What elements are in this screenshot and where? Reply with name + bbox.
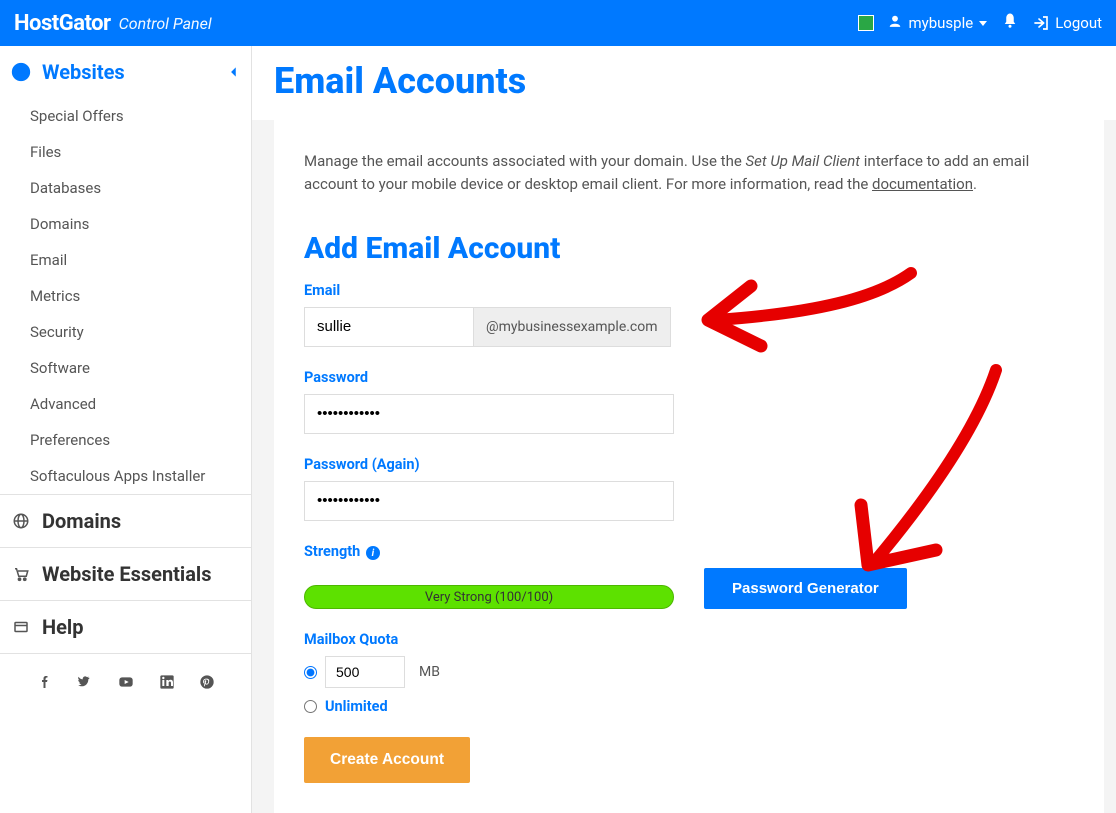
broken-avatar-icon bbox=[858, 15, 874, 31]
sidebar-item-preferences[interactable]: Preferences bbox=[0, 422, 251, 458]
sidebar: Websites Special Offers Files Databases … bbox=[0, 46, 252, 813]
twitter-icon[interactable] bbox=[77, 674, 93, 694]
quota-label: Mailbox Quota bbox=[304, 631, 1074, 648]
globe-icon bbox=[10, 512, 32, 530]
brand-logo: HostGator bbox=[14, 11, 111, 36]
quota-unlimited-radio[interactable] bbox=[304, 700, 317, 713]
logout-link[interactable]: Logout bbox=[1033, 14, 1102, 32]
sidebar-item-databases[interactable]: Databases bbox=[0, 170, 251, 206]
create-account-button[interactable]: Create Account bbox=[304, 737, 470, 783]
sidebar-item-software[interactable]: Software bbox=[0, 350, 251, 386]
quota-limited-radio[interactable] bbox=[304, 666, 317, 679]
password-again-label: Password (Again) bbox=[304, 456, 1074, 473]
pinterest-icon[interactable] bbox=[199, 674, 215, 694]
facebook-icon[interactable] bbox=[37, 674, 53, 694]
chevron-left-icon bbox=[227, 60, 241, 84]
password-again-input[interactable] bbox=[304, 481, 674, 521]
quota-unit-label: MB bbox=[419, 664, 440, 680]
youtube-icon[interactable] bbox=[117, 674, 135, 694]
info-icon[interactable]: i bbox=[366, 546, 380, 560]
sidebar-item-softaculous[interactable]: Softaculous Apps Installer bbox=[0, 458, 251, 494]
sidebar-category-websites[interactable]: Websites bbox=[0, 46, 251, 98]
documentation-link[interactable]: documentation bbox=[872, 175, 973, 193]
quota-unlimited-label: Unlimited bbox=[325, 698, 388, 715]
sidebar-item-files[interactable]: Files bbox=[0, 134, 251, 170]
sidebar-category-label: Domains bbox=[42, 509, 121, 533]
linkedin-icon[interactable] bbox=[159, 674, 175, 694]
sidebar-category-label: Help bbox=[42, 615, 83, 639]
strength-meter: Very Strong (100/100) bbox=[304, 585, 674, 609]
email-domain-addon: @mybusinessexample.com bbox=[474, 307, 671, 347]
sidebar-item-domains[interactable]: Domains bbox=[0, 206, 251, 242]
password-input[interactable] bbox=[304, 394, 674, 434]
caret-down-icon bbox=[979, 21, 987, 26]
cart-icon bbox=[10, 565, 32, 583]
sidebar-category-label: Website Essentials bbox=[42, 562, 212, 586]
sidebar-category-label: Websites bbox=[42, 60, 125, 84]
section-title: Add Email Account bbox=[304, 231, 1074, 266]
sidebar-item-security[interactable]: Security bbox=[0, 314, 251, 350]
email-label: Email bbox=[304, 282, 1074, 299]
top-bar: HostGator Control Panel mybusple Logout bbox=[0, 0, 1116, 46]
sidebar-category-help[interactable]: Help bbox=[0, 600, 251, 653]
user-dropdown[interactable]: mybusple bbox=[888, 14, 987, 32]
sidebar-subitems: Special Offers Files Databases Domains E… bbox=[0, 98, 251, 494]
sidebar-item-email[interactable]: Email bbox=[0, 242, 251, 278]
brand-subtitle: Control Panel bbox=[119, 14, 212, 33]
password-label: Password bbox=[304, 369, 1074, 386]
quota-value-input[interactable] bbox=[325, 656, 405, 688]
sidebar-category-domains[interactable]: Domains bbox=[0, 494, 251, 547]
sidebar-category-essentials[interactable]: Website Essentials bbox=[0, 547, 251, 600]
sidebar-item-special-offers[interactable]: Special Offers bbox=[0, 98, 251, 134]
sidebar-item-metrics[interactable]: Metrics bbox=[0, 278, 251, 314]
content-area: Email Accounts Manage the email accounts… bbox=[252, 46, 1116, 813]
menu-lines-icon bbox=[10, 62, 32, 82]
page-description: Manage the email accounts associated wit… bbox=[304, 150, 1074, 197]
sidebar-item-advanced[interactable]: Advanced bbox=[0, 386, 251, 422]
window-icon bbox=[10, 618, 32, 636]
bell-icon[interactable] bbox=[1001, 12, 1019, 34]
username-label: mybusple bbox=[908, 14, 973, 32]
user-icon bbox=[888, 14, 902, 32]
logout-label: Logout bbox=[1055, 14, 1102, 32]
page-title: Email Accounts bbox=[274, 60, 526, 102]
strength-label: Strength i bbox=[304, 543, 1074, 561]
email-input[interactable] bbox=[304, 307, 474, 347]
password-generator-button[interactable]: Password Generator bbox=[704, 568, 907, 609]
